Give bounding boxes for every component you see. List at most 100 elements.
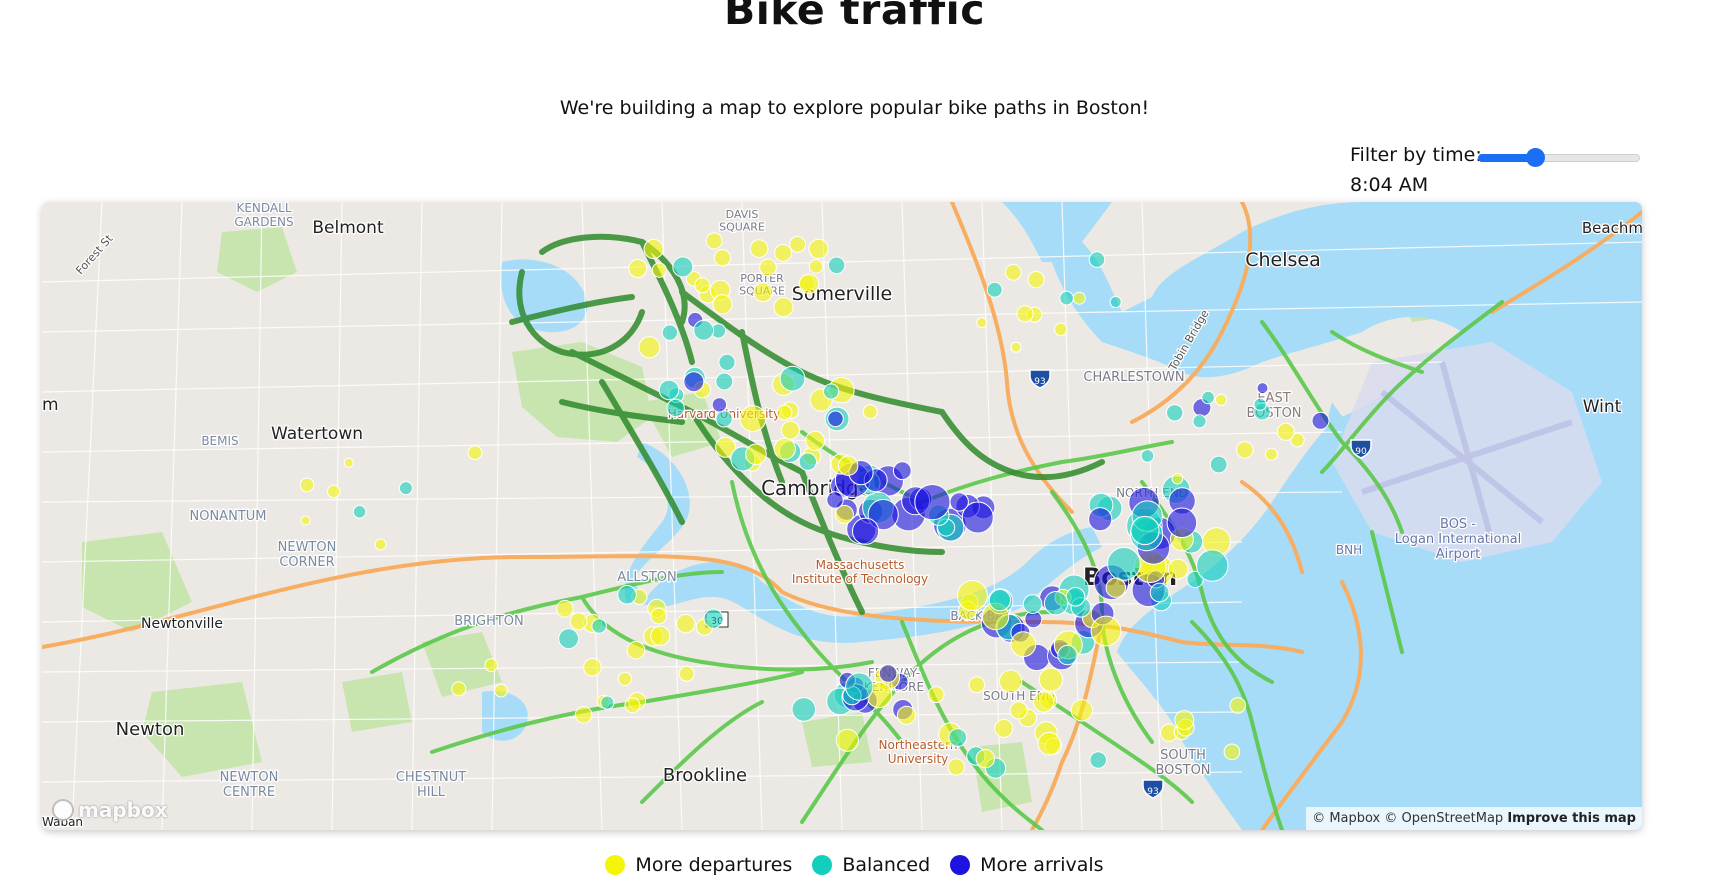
station-marker[interactable]: [1130, 515, 1160, 546]
station-marker[interactable]: [827, 410, 844, 428]
station-marker[interactable]: [808, 238, 829, 260]
station-marker[interactable]: [994, 718, 1014, 738]
station-marker[interactable]: [398, 481, 413, 496]
station-marker[interactable]: [1105, 577, 1127, 598]
station-marker[interactable]: [948, 728, 968, 747]
station-marker[interactable]: [1192, 414, 1207, 429]
station-marker[interactable]: [749, 239, 769, 258]
station-marker[interactable]: [617, 585, 637, 605]
station-marker[interactable]: [1109, 295, 1122, 309]
station-marker[interactable]: [628, 259, 648, 278]
station-marker[interactable]: [1038, 667, 1064, 692]
mapbox-logo[interactable]: mapbox: [52, 798, 168, 822]
station-marker[interactable]: [693, 319, 714, 341]
station-marker[interactable]: [713, 249, 732, 267]
station-marker[interactable]: [1236, 441, 1254, 459]
station-marker[interactable]: [569, 612, 588, 631]
station-marker[interactable]: [1107, 547, 1141, 581]
station-marker[interactable]: [827, 256, 846, 275]
station-marker[interactable]: [651, 262, 667, 278]
station-marker[interactable]: [845, 672, 874, 701]
station-marker[interactable]: [1166, 404, 1184, 422]
station-marker[interactable]: [1149, 582, 1170, 603]
station-marker[interactable]: [703, 608, 724, 629]
station-marker[interactable]: [1264, 447, 1278, 461]
station-marker[interactable]: [835, 728, 860, 752]
station-marker[interactable]: [968, 676, 986, 694]
station-marker[interactable]: [852, 517, 880, 545]
station-marker[interactable]: [1166, 507, 1198, 539]
station-marker[interactable]: [1016, 305, 1034, 323]
station-marker[interactable]: [451, 681, 467, 697]
station-marker[interactable]: [666, 398, 685, 418]
station-marker[interactable]: [1009, 701, 1028, 720]
station-marker[interactable]: [773, 437, 796, 460]
station-marker[interactable]: [1214, 393, 1228, 407]
station-marker[interactable]: [661, 324, 679, 341]
station-marker[interactable]: [1174, 710, 1195, 731]
station-marker[interactable]: [1209, 455, 1228, 474]
station-marker[interactable]: [1089, 751, 1107, 769]
station-marker[interactable]: [1027, 271, 1045, 289]
station-marker[interactable]: [776, 404, 793, 421]
station-marker[interactable]: [718, 353, 736, 371]
station-marker[interactable]: [988, 589, 1012, 612]
station-marker[interactable]: [753, 282, 773, 303]
station-marker[interactable]: [927, 686, 945, 704]
station-marker[interactable]: [892, 461, 912, 481]
station-marker[interactable]: [1223, 743, 1241, 761]
station-marker[interactable]: [798, 452, 817, 471]
station-marker[interactable]: [1171, 472, 1184, 485]
station-marker[interactable]: [745, 443, 767, 466]
station-marker[interactable]: [676, 614, 696, 634]
station-marker[interactable]: [798, 273, 820, 295]
station-marker[interactable]: [914, 484, 951, 521]
station-marker[interactable]: [638, 336, 661, 359]
station-marker[interactable]: [862, 404, 878, 420]
station-marker[interactable]: [658, 379, 680, 401]
station-marker[interactable]: [556, 600, 574, 618]
station-marker[interactable]: [343, 457, 354, 468]
station-marker[interactable]: [352, 505, 367, 519]
station-marker[interactable]: [1072, 291, 1086, 305]
station-marker[interactable]: [975, 749, 995, 769]
improve-map-link[interactable]: Improve this map: [1507, 811, 1636, 826]
station-marker[interactable]: [643, 238, 664, 260]
time-slider[interactable]: [1478, 144, 1640, 168]
station-marker[interactable]: [1140, 449, 1155, 463]
station-marker[interactable]: [494, 683, 508, 698]
station-marker[interactable]: [327, 484, 341, 499]
station-marker[interactable]: [838, 455, 859, 476]
bike-map[interactable]: 93 93 90 30 BelmontSomervilleChelseaBeac…: [42, 202, 1642, 830]
station-marker[interactable]: [1256, 382, 1269, 395]
station-marker[interactable]: [650, 625, 671, 646]
station-marker[interactable]: [712, 294, 733, 315]
station-marker[interactable]: [1311, 411, 1330, 430]
station-marker[interactable]: [1088, 251, 1106, 268]
station-marker[interactable]: [774, 243, 793, 262]
station-marker[interactable]: [694, 277, 711, 294]
station-marker[interactable]: [896, 705, 917, 725]
station-marker[interactable]: [1201, 390, 1215, 405]
station-marker[interactable]: [626, 641, 646, 660]
station-marker[interactable]: [1022, 594, 1043, 614]
station-marker[interactable]: [878, 664, 898, 683]
station-marker[interactable]: [1253, 397, 1267, 411]
station-marker[interactable]: [805, 430, 826, 451]
station-marker[interactable]: [558, 628, 579, 650]
station-marker[interactable]: [574, 706, 593, 724]
station-marker[interactable]: [1276, 422, 1296, 441]
station-marker[interactable]: [1010, 341, 1022, 353]
station-marker[interactable]: [739, 405, 767, 433]
station-marker[interactable]: [949, 492, 969, 512]
station-marker[interactable]: [1059, 290, 1074, 306]
station-marker[interactable]: [947, 758, 965, 776]
station-marker[interactable]: [1057, 644, 1078, 666]
station-marker[interactable]: [808, 259, 824, 274]
station-marker[interactable]: [705, 232, 723, 250]
station-marker[interactable]: [583, 658, 602, 677]
station-marker[interactable]: [826, 491, 844, 509]
station-marker[interactable]: [1088, 507, 1113, 532]
station-marker[interactable]: [484, 658, 499, 673]
station-marker[interactable]: [1196, 549, 1229, 582]
